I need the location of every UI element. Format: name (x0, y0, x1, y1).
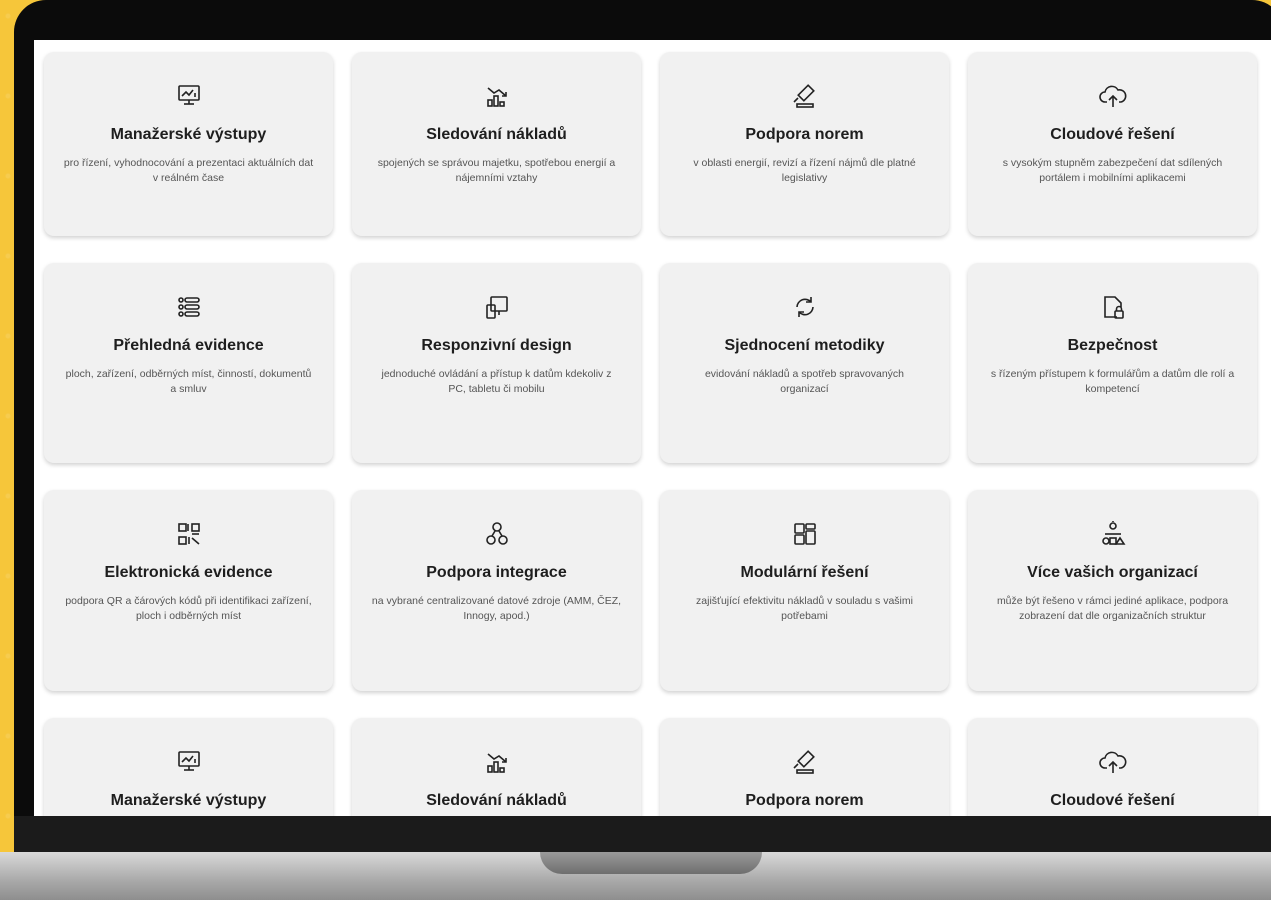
feature-card[interactable]: Bezpečnost s řízeným přístupem k formulář… (968, 263, 1257, 463)
feature-title: Více vašich organizací (1027, 564, 1198, 581)
feature-title: Cloudové řešení (1050, 126, 1175, 143)
feature-description: s vysokým stupněm zabezpečení dat sdílen… (1002, 157, 1223, 184)
laptop-notch (540, 852, 762, 874)
feature-description: ploch, zařízení, odběrných míst, činnost… (65, 368, 312, 395)
feature-card[interactable]: Cloudové řešení s vysokým stupněm zabezpe… (968, 52, 1257, 236)
feature-title: Přehledná evidence (113, 337, 264, 354)
bar-chart-down-icon (481, 80, 513, 112)
feature-title: Manažerské výstupy (110, 126, 267, 143)
list-icon (173, 291, 205, 323)
monitor-chart-icon (173, 80, 205, 112)
feature-description: jednoduché ovládání a přístup k datům kd… (381, 368, 612, 395)
bar-chart-down-icon (481, 746, 513, 778)
feature-card[interactable]: Elektronická evidence podpora QR a čárový… (44, 490, 333, 691)
cloud-upload-icon (1097, 746, 1129, 778)
feature-description: na vybrané centralizované datové zdroje … (371, 595, 622, 622)
feature-title: Modulární řešení (740, 564, 869, 581)
feature-card[interactable]: Sledování nákladů (352, 718, 641, 816)
modules-icon (789, 518, 821, 550)
feature-title: Sledování nákladů (426, 126, 567, 143)
feature-title: Responzivní design (421, 337, 572, 354)
feature-card[interactable]: Podpora norem (660, 718, 949, 816)
monitor-chart-icon (173, 746, 205, 778)
feature-card[interactable]: Manažerské výstupy (44, 718, 333, 816)
feature-card[interactable]: Sledování nákladů spojených se správou ma… (352, 52, 641, 236)
integration-icon (481, 518, 513, 550)
feature-title: Elektronická evidence (104, 564, 273, 581)
feature-description: podpora QR a čárových kódů při identifik… (65, 595, 312, 622)
sync-icon (789, 291, 821, 323)
feature-description: v oblasti energií, revizí a řízení nájmů… (693, 157, 916, 184)
feature-description: může být řešeno v rámci jediné aplikace,… (996, 595, 1229, 622)
feature-description: pro řízení, vyhodnocování a prezentaci a… (63, 157, 314, 184)
cloud-upload-icon (1097, 80, 1129, 112)
feature-card[interactable]: Modulární řešení zajišťující efektivitu n… (660, 490, 949, 691)
feature-title: Manažerské výstupy (110, 792, 267, 809)
feature-description: evidování nákladů a spotřeb spravovaných… (704, 368, 905, 395)
feature-card[interactable]: Sjednocení metodiky evidování nákladů a s… (660, 263, 949, 463)
feature-grid: Manažerské výstupy pro řízení, vyhodnocov… (44, 52, 1257, 816)
organization-icon (1097, 518, 1129, 550)
feature-description: s řízeným přístupem k formulářům a datům… (990, 368, 1235, 395)
feature-title: Cloudové řešení (1050, 792, 1175, 809)
feature-card[interactable]: Responzivní design jednoduché ovládání a … (352, 263, 641, 463)
feature-card[interactable]: Více vašich organizací může být řešeno v … (968, 490, 1257, 691)
feature-card[interactable]: Cloudové řešení (968, 718, 1257, 816)
feature-card[interactable]: Přehledná evidence ploch, zařízení, odběr… (44, 263, 333, 463)
file-lock-icon (1097, 291, 1129, 323)
devices-icon (481, 291, 513, 323)
gavel-icon (789, 746, 821, 778)
feature-title: Podpora integrace (426, 564, 567, 581)
feature-card[interactable]: Podpora norem v oblasti energií, revizí a… (660, 52, 949, 236)
feature-title: Sjednocení metodiky (724, 337, 885, 354)
feature-card[interactable]: Podpora integrace na vybrané centralizova… (352, 490, 641, 691)
laptop-screen: Manažerské výstupy pro řízení, vyhodnocov… (34, 40, 1271, 816)
feature-description: zajišťující efektivitu nákladů v souladu… (696, 595, 913, 622)
feature-description: spojených se správou majetku, spotřebou … (377, 157, 616, 184)
feature-title: Podpora norem (745, 792, 864, 809)
feature-title: Bezpečnost (1067, 337, 1158, 354)
feature-title: Sledování nákladů (426, 792, 567, 809)
qr-code-icon (173, 518, 205, 550)
feature-card[interactable]: Manažerské výstupy pro řízení, vyhodnocov… (44, 52, 333, 236)
feature-title: Podpora norem (745, 126, 864, 143)
gavel-icon (789, 80, 821, 112)
